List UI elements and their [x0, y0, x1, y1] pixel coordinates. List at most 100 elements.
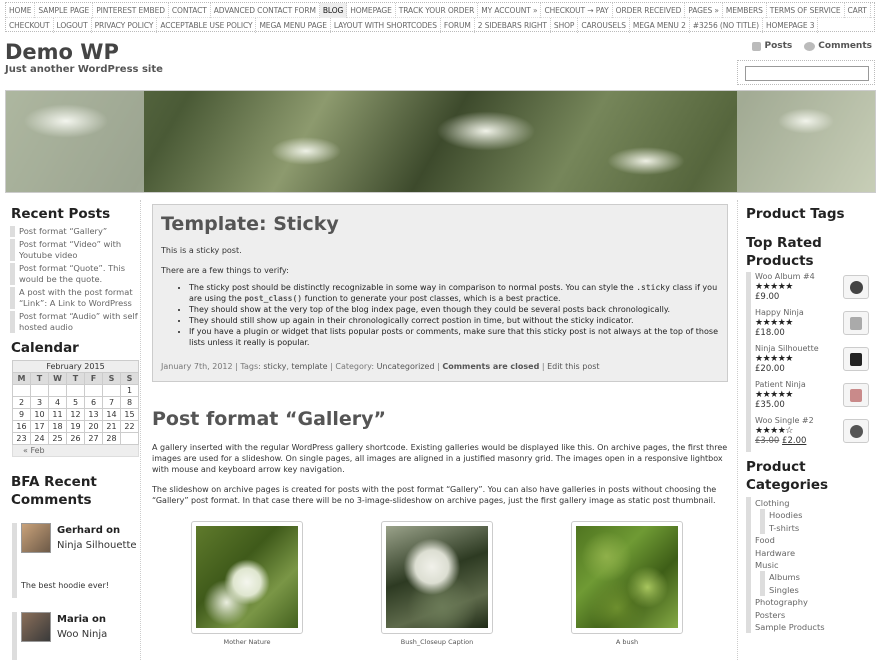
nav-item-cart[interactable]: Cart: [845, 3, 871, 18]
nav-item-forum[interactable]: Forum: [441, 18, 475, 33]
nav-item-blog[interactable]: Blog: [319, 3, 348, 18]
nav-item-track-your-order[interactable]: Track your order: [396, 3, 479, 18]
nav-item-home[interactable]: Home: [6, 3, 36, 18]
nav-item-checkout-pay[interactable]: Checkout → Pay: [541, 3, 613, 18]
edit-post-link[interactable]: Edit this post: [547, 362, 599, 371]
nav-item-privacy-policy[interactable]: Privacy Policy: [92, 18, 158, 33]
calendar-day: 14: [102, 408, 121, 421]
product-thumbnail[interactable]: [843, 311, 869, 335]
comment-post-link[interactable]: Woo Ninja: [57, 629, 107, 640]
post-paragraph: This is a sticky post.: [161, 246, 242, 255]
category-photography[interactable]: Photography: [746, 596, 875, 609]
sticky-post-title[interactable]: Template: Sticky: [161, 213, 719, 235]
calendar-day: 18: [48, 420, 67, 433]
nav-item-sample-page[interactable]: Sample Page: [35, 3, 94, 18]
recent-posts-list: Post format “Gallery” Post format “Video”…: [5, 226, 140, 333]
category-clothing[interactable]: Clothing: [746, 497, 875, 510]
nav-item-mega-menu-page[interactable]: Mega Menu Page: [256, 18, 331, 33]
category-sample-products[interactable]: Sample Products: [746, 621, 875, 634]
recent-post-link[interactable]: Post format “Quote”. This would be the q…: [10, 263, 140, 285]
product-item[interactable]: Patient Ninja ★★★★★ £35.00: [746, 380, 875, 416]
comments-feed-link[interactable]: Comments: [804, 41, 872, 51]
recent-post-link[interactable]: Post format “Audio” with self hosted aud…: [10, 311, 140, 333]
nav-item-3256-no-title[interactable]: #3256 (no title): [690, 18, 763, 33]
nav-item-acceptable-use-policy[interactable]: Acceptable Use Policy: [157, 18, 257, 33]
category-music[interactable]: Music: [746, 559, 875, 572]
post-meta: January 7th, 2012 | Tags: sticky, templa…: [161, 362, 600, 371]
nav-item-shop[interactable]: Shop: [551, 18, 579, 33]
category-tshirts[interactable]: T-shirts: [760, 521, 875, 535]
category-hoodies[interactable]: Hoodies: [760, 509, 875, 522]
product-thumbnail[interactable]: [843, 419, 869, 443]
nav-item-layout-with-shortcodes[interactable]: Layout with Shortcodes: [331, 18, 441, 33]
nav-item-advanced-contact-form[interactable]: Advanced Contact Form: [211, 3, 320, 18]
comment-post-link[interactable]: Ninja Silhouette: [57, 540, 137, 551]
calendar-day: [120, 432, 139, 445]
search-input[interactable]: [745, 66, 869, 81]
calendar-day: 1: [120, 384, 139, 397]
gallery-image[interactable]: [571, 521, 683, 634]
post-paragraph: A gallery inserted with the regular Word…: [152, 443, 728, 474]
tag-link[interactable]: template: [291, 362, 327, 371]
product-item[interactable]: Happy Ninja ★★★★★ £18.00: [746, 308, 875, 344]
category-link[interactable]: Uncategorized: [377, 362, 435, 371]
recent-post-link[interactable]: Post format “Video” with Youtube video: [10, 239, 140, 261]
nav-item-homepage-3[interactable]: Homepage 3: [763, 18, 819, 33]
calendar-day: 19: [66, 420, 85, 433]
gallery-image[interactable]: [191, 521, 303, 634]
nav-item-homepage[interactable]: Homepage: [347, 3, 396, 18]
sale-price: £2.00: [782, 436, 807, 446]
calendar-day-header: W: [48, 372, 67, 385]
nav-item-2-sidebars-right[interactable]: 2 Sidebars Right: [475, 18, 551, 33]
posts-feed-link[interactable]: Posts: [752, 41, 792, 51]
bfa-comments-title: BFA Recent Comments: [11, 474, 97, 508]
gallery-post-title[interactable]: Post format “Gallery”: [152, 408, 386, 430]
nav-item-members[interactable]: Members: [723, 3, 767, 18]
post-paragraph: The slideshow on archive pages is create…: [152, 485, 717, 505]
recent-comments-list: Gerhard on Ninja Silhouette The best hoodi…: [5, 523, 140, 660]
nav-item-checkout[interactable]: Checkout: [6, 18, 54, 33]
recent-post-link[interactable]: Post format “Gallery”: [10, 226, 140, 237]
product-item[interactable]: Ninja Silhouette ★★★★★ £20.00: [746, 344, 875, 380]
comment-author-line: Gerhard on Ninja Silhouette: [57, 523, 137, 553]
product-thumbnail[interactable]: [843, 383, 869, 407]
calendar-day: 4: [48, 396, 67, 409]
price-value: £35.00: [755, 400, 785, 410]
list-item: They should show at the very top of the …: [189, 304, 719, 315]
product-item[interactable]: Woo Single #2 ★★★★☆ £3.00 £2.00: [746, 416, 875, 452]
nav-item-mega-menu-2[interactable]: Mega Menu 2: [630, 18, 690, 33]
calendar-day: 7: [102, 396, 121, 409]
main-navigation: Home Sample Page Pinterest Embed Contact Adv…: [5, 2, 875, 33]
comment-author[interactable]: Maria: [57, 614, 89, 625]
product-thumbnail[interactable]: [843, 275, 869, 299]
calendar-prev-link[interactable]: « Feb: [12, 445, 139, 457]
category-posters[interactable]: Posters: [746, 608, 875, 622]
post-date[interactable]: January 7th, 2012: [161, 362, 233, 371]
nav-item-contact[interactable]: Contact: [169, 3, 211, 18]
product-thumbnail[interactable]: [843, 347, 869, 371]
nav-item-logout[interactable]: Logout: [54, 18, 92, 33]
nav-item-order-received[interactable]: Order Received: [613, 3, 686, 18]
calendar-day: [102, 384, 121, 397]
code-snippet: post_class(): [244, 294, 303, 303]
nav-item-carousels[interactable]: Carousels: [578, 18, 630, 33]
calendar-day: 21: [102, 420, 121, 433]
category-albums[interactable]: Albums: [760, 571, 875, 584]
nav-item-my-account[interactable]: My Account »: [478, 3, 542, 18]
category-hardware[interactable]: Hardware: [746, 546, 875, 560]
category-singles[interactable]: Singles: [760, 583, 875, 597]
product-item[interactable]: Woo Album #4 ★★★★★ £9.00: [746, 272, 875, 308]
recent-comment: Maria on Woo Ninja: [12, 612, 140, 660]
tag-link[interactable]: sticky: [263, 362, 286, 371]
calendar-day: 5: [66, 396, 85, 409]
nav-item-pinterest-embed[interactable]: Pinterest Embed: [93, 3, 169, 18]
comment-author[interactable]: Gerhard: [57, 525, 103, 536]
price-value: £9.00: [755, 292, 780, 302]
calendar-day: 6: [84, 396, 103, 409]
gallery-image[interactable]: [381, 521, 493, 634]
site-title[interactable]: Demo WP: [5, 40, 119, 64]
nav-item-terms-of-service[interactable]: Terms of Service: [767, 3, 845, 18]
recent-post-link[interactable]: A post with the post format “Link”: A Li…: [10, 287, 140, 309]
nav-item-pages[interactable]: Pages »: [685, 3, 723, 18]
category-food[interactable]: Food: [746, 534, 875, 547]
